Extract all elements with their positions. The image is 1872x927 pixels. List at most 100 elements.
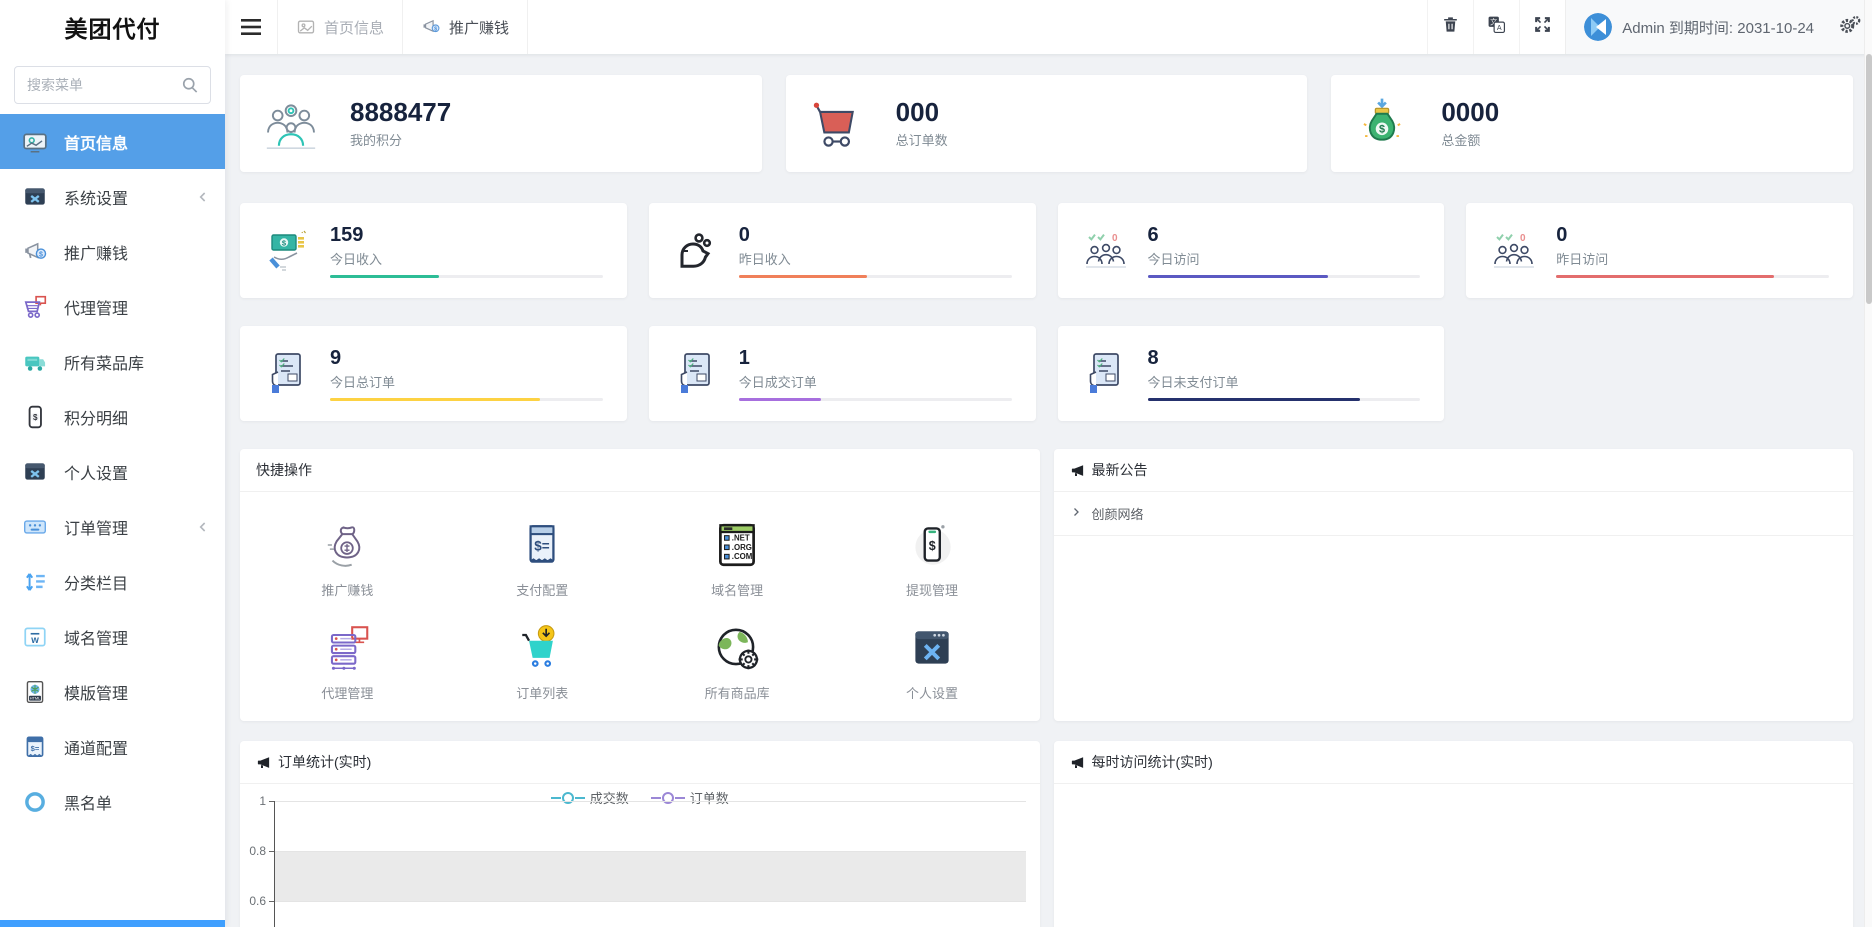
template-manage-icon: HTML (22, 679, 48, 705)
sidebar-item-home-info[interactable]: 首页信息 (0, 114, 225, 169)
stat-card-today-deal-orders[interactable]: 1 今日成交订单 (648, 326, 1036, 421)
sidebar-item-promote-earn[interactable]: $ 推广赚钱 (0, 224, 225, 279)
cart-red-icon (808, 95, 866, 153)
chevron-left-icon (195, 519, 211, 535)
announcement-item[interactable]: 创颜网络 (1053, 492, 1853, 536)
sidebar-item-personal-settings[interactable]: 个人设置 (0, 444, 225, 499)
svg-text:$=: $= (31, 743, 40, 752)
quick-action-withdraw-manage[interactable]: $ 提现管理 (835, 518, 1030, 599)
stat-progress-track (1147, 398, 1421, 401)
chevron-left-icon (195, 189, 211, 205)
qa-goods-icon (710, 621, 764, 675)
sidebar-item-blacklist[interactable]: 黑名单 (0, 774, 225, 829)
svg-text:$: $ (39, 251, 43, 258)
stat-progress-fill (330, 275, 440, 278)
overview-cards-row: 8888477 我的积分 000 总订单数 $ 0000 总金额 (240, 75, 1853, 172)
quick-actions-title: 快捷操作 (256, 462, 312, 478)
chart-ytick-label: 1 (259, 794, 266, 808)
quick-action-agent-manage[interactable]: 代理管理 (250, 621, 445, 702)
svg-text:0: 0 (1520, 233, 1526, 244)
sidebar-item-order-manage[interactable]: 订单管理 (0, 499, 225, 554)
stat-card-today-unpaid-orders[interactable]: 8 今日未支付订单 (1057, 326, 1445, 421)
sidebar-item-template-manage[interactable]: HTML 模版管理 (0, 664, 225, 719)
stat-card-yesterday-visits[interactable]: 0 0 昨日访问 (1466, 203, 1853, 298)
chart-tickmark (269, 851, 274, 852)
chart-gridline (275, 901, 1026, 902)
quick-action-goods-library[interactable]: 所有商品库 (640, 621, 835, 702)
chart-gridline (275, 801, 1026, 802)
tab-home-info[interactable]: 首页信息 (277, 0, 404, 54)
hourly-visits-chart-title: 每时访问统计(实时) (1091, 754, 1213, 770)
main-content: 8888477 我的积分 000 总订单数 $ 0000 总金额 $ 159 今… (225, 54, 1872, 927)
stat-card-today-income[interactable]: $ 159 今日收入 (240, 203, 627, 298)
hamburger-menu-icon[interactable] (225, 0, 277, 54)
home-info-icon (22, 129, 48, 155)
language-switch-button[interactable]: 文A (1473, 0, 1519, 54)
order-doc-icon (264, 350, 312, 398)
people-group-icon (262, 95, 320, 153)
trash-icon (1441, 15, 1460, 39)
fullscreen-button[interactable] (1519, 0, 1565, 54)
legend-marker-icon (550, 791, 585, 805)
stat-card-today-total-orders[interactable]: 9 今日总订单 (240, 326, 627, 421)
quick-action-personal-settings[interactable]: 个人设置 (835, 621, 1030, 702)
scrollbar-thumb[interactable] (1866, 54, 1872, 304)
sidebar-item-category-columns[interactable]: 分类栏目 (0, 554, 225, 609)
overview-card-total-orders[interactable]: 000 总订单数 (785, 75, 1308, 172)
stat-card-today-visits[interactable]: 0 6 今日访问 (1057, 203, 1445, 298)
svg-text:.ORG: .ORG (732, 543, 752, 552)
qa-orderlist-icon (515, 621, 569, 675)
topbar: 首页信息 $ 推广赚钱 文A Admin 到期时间: 2031-10-24 (225, 0, 1872, 54)
svg-text:$=: $= (535, 539, 551, 554)
svg-text:w: w (30, 634, 39, 645)
stat-progress-track (738, 398, 1012, 401)
tab-promote-icon: $ (421, 17, 441, 37)
quick-action-order-list[interactable]: 订单列表 (445, 621, 640, 702)
stat-progress-fill (738, 275, 867, 278)
stat-card-yesterday-income[interactable]: 0 昨日收入 (648, 203, 1036, 298)
tab-promote-earn[interactable]: $ 推广赚钱 (403, 0, 529, 54)
qa-pay-icon: $= (515, 518, 569, 572)
menu-search (14, 66, 211, 104)
megaphone-icon (1070, 463, 1085, 478)
domain-manage-icon: w (22, 624, 48, 650)
sidebar-item-channel-config[interactable]: $= 通道配置 (0, 719, 225, 774)
hourly-visits-chart-panel: 每时访问统计(实时) (1053, 741, 1854, 927)
clear-cache-button[interactable] (1427, 0, 1473, 54)
stat-progress-fill (738, 398, 821, 401)
promote-earn-icon: $ (22, 239, 48, 265)
stat-progress-track (738, 275, 1012, 278)
search-icon (180, 75, 200, 95)
gears-icon (1839, 15, 1861, 40)
svg-text:$: $ (33, 412, 38, 421)
overview-card-my-points[interactable]: 8888477 我的积分 (240, 75, 762, 172)
svg-text:.NET: .NET (732, 533, 750, 542)
user-menu[interactable]: Admin 到期时间: 2031-10-24 (1565, 0, 1828, 54)
stat-progress-track (330, 398, 603, 401)
legend-item[interactable]: 成交数 (550, 788, 629, 807)
chart-gridline (275, 851, 1026, 852)
stat-progress-track (330, 275, 603, 278)
quick-action-pay-config[interactable]: $= 支付配置 (445, 518, 640, 599)
stat-progress-track (1556, 275, 1829, 278)
stat-progress-fill (1147, 275, 1328, 278)
quick-action-domain-manage[interactable]: .NET .ORG .COM 域名管理 (640, 518, 835, 599)
svg-text:0: 0 (1112, 233, 1118, 244)
sidebar-item-system-settings[interactable]: 系统设置 (0, 169, 225, 224)
overview-card-total-amount[interactable]: $ 0000 总金额 (1331, 75, 1853, 172)
sidebar-item-dishes-library[interactable]: 所有菜品库 (0, 334, 225, 389)
legend-item[interactable]: 订单数 (650, 788, 729, 807)
hourly-visits-chart (1054, 784, 1854, 927)
agent-manage-icon (22, 294, 48, 320)
announcements-title: 最新公告 (1091, 462, 1148, 478)
visits-icon: 0 (1490, 227, 1538, 275)
sidebar-bottom-bar (0, 920, 225, 927)
sidebar-item-domain-manage[interactable]: w 域名管理 (0, 609, 225, 664)
order-stats-chart: 成交数 订单数 1 0.8 0.6 (240, 784, 1040, 927)
sidebar-item-points-detail[interactable]: $ 积分明细 (0, 389, 225, 444)
page-scrollbar[interactable] (1864, 0, 1872, 927)
personal-settings-icon (22, 459, 48, 485)
income-yesterday-icon (673, 227, 721, 275)
quick-action-promote-earn[interactable]: 推广赚钱 (250, 518, 445, 599)
sidebar-item-agent-manage[interactable]: 代理管理 (0, 279, 225, 334)
